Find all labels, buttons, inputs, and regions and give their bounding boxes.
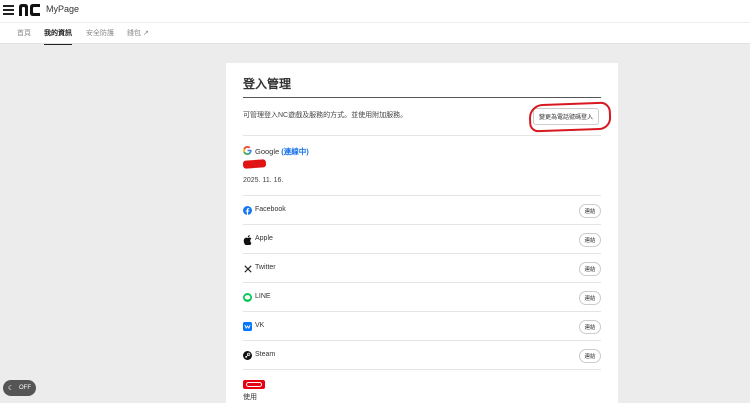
provider-row-line: LINE 連結	[243, 291, 601, 307]
dark-mode-state: OFF	[19, 385, 31, 391]
divider	[243, 135, 601, 136]
google-account-label: Google (連線中)	[255, 146, 309, 157]
provider-row-facebook: Facebook 連結	[243, 204, 601, 220]
divider	[243, 253, 601, 254]
facebook-icon	[243, 206, 252, 215]
google-icon	[243, 146, 252, 157]
provider-row-vk: VK 連結	[243, 320, 601, 336]
tab-security[interactable]: 安全防護	[86, 23, 114, 45]
provider-name: Twitter	[255, 264, 276, 271]
dark-mode-toggle[interactable]: ☾ OFF	[3, 380, 36, 396]
tab-wallet[interactable]: 錢包 ↗	[127, 23, 149, 45]
vk-connect-button[interactable]: 連結	[579, 320, 601, 334]
login-management-card: 登入管理 可管理登入NC遊戲及服務的方式。並使用附加服務。 變更為電話號碼登入 …	[226, 63, 618, 403]
divider	[243, 195, 601, 196]
line-icon	[243, 293, 252, 302]
nintendo-icon	[243, 380, 265, 389]
google-linked-date: 2025. 11. 16.	[243, 177, 284, 184]
tab-bar: 首頁 我的資訊 安全防護 錢包 ↗	[0, 22, 750, 45]
apple-icon	[243, 234, 252, 245]
facebook-connect-button[interactable]: 連結	[579, 204, 601, 218]
brand-label: MyPage	[46, 4, 80, 14]
tab-my-info[interactable]: 我的資訊	[44, 23, 72, 45]
provider-row-apple: Apple 連結	[243, 233, 601, 249]
provider-name: Apple	[255, 235, 273, 242]
redacted-account-scribble	[242, 159, 267, 169]
provider-name: Facebook	[255, 206, 286, 213]
provider-row-steam: Steam 連結	[243, 349, 601, 365]
divider	[243, 340, 601, 341]
nc-logo[interactable]	[18, 3, 42, 17]
nintendo-use-label: 使用	[243, 394, 257, 401]
google-name: Google	[255, 147, 280, 156]
provider-name: LINE	[255, 293, 271, 300]
moon-icon: ☾	[7, 385, 15, 392]
line-connect-button[interactable]: 連結	[579, 291, 601, 305]
steam-connect-button[interactable]: 連結	[579, 349, 601, 363]
title-divider	[243, 97, 601, 98]
tab-home[interactable]: 首頁	[17, 23, 31, 45]
provider-row-twitter: Twitter 連結	[243, 262, 601, 278]
divider	[243, 369, 601, 370]
login-description: 可管理登入NC遊戲及服務的方式。並使用附加服務。	[243, 112, 408, 119]
steam-icon	[243, 351, 252, 360]
x-twitter-icon	[243, 264, 252, 273]
provider-name: VK	[255, 322, 265, 329]
top-bar: MyPage	[0, 0, 750, 22]
apple-connect-button[interactable]: 連結	[579, 233, 601, 247]
red-circle-annotation	[528, 101, 612, 133]
divider	[243, 282, 601, 283]
provider-name: Steam	[255, 351, 276, 358]
divider	[243, 224, 601, 225]
vk-icon	[243, 322, 252, 331]
twitter-connect-button[interactable]: 連結	[579, 262, 601, 276]
page-title: 登入管理	[243, 77, 292, 91]
menu-icon[interactable]	[3, 5, 14, 15]
google-connected-status: (連線中)	[281, 147, 309, 156]
divider	[243, 311, 601, 312]
